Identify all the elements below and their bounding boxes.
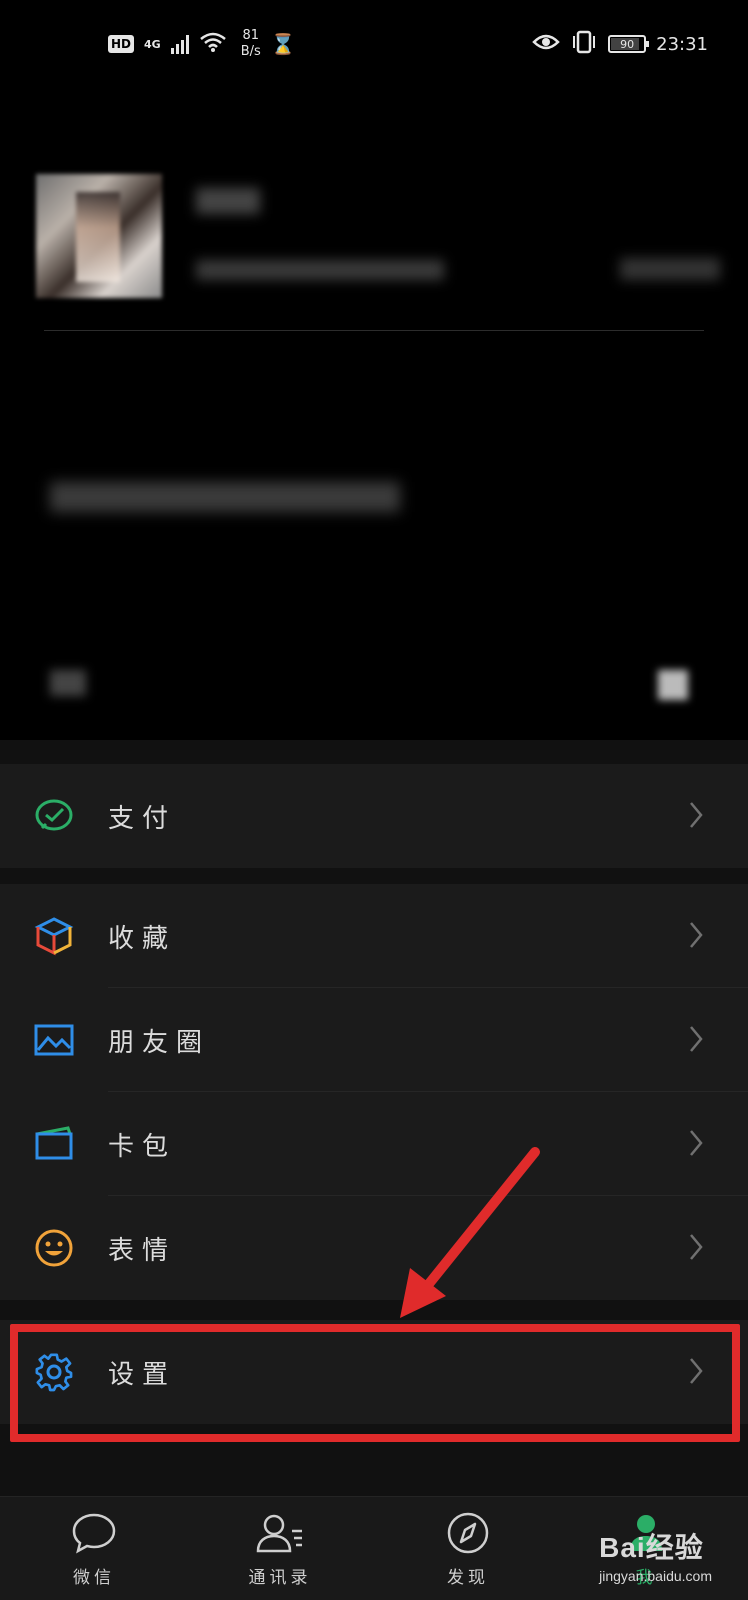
pay-group: 支付 [0, 764, 748, 868]
divider [44, 330, 704, 331]
chat-bubble-icon [72, 1513, 116, 1554]
tab-discover[interactable]: 发现 [418, 1511, 518, 1588]
menu-item-stickers[interactable]: 表情 [0, 1196, 748, 1300]
menu-label: 支付 [108, 804, 177, 834]
status-bar: HD 4G 81 B/s ⌛ 90 23:31 [0, 0, 748, 82]
chevron-right-icon [688, 1232, 704, 1262]
wifi-icon [199, 31, 227, 57]
menu-item-cards[interactable]: 卡包 [0, 1092, 748, 1196]
menu-label: 表情 [108, 1236, 177, 1266]
wechat-id-blurred [196, 260, 444, 280]
image-icon [34, 1020, 74, 1060]
compass-icon [447, 1512, 489, 1554]
qr-code-icon[interactable] [620, 258, 720, 280]
tab-label: 发现 [447, 1568, 489, 1588]
tab-contacts[interactable]: 通讯录 [230, 1511, 330, 1588]
clock: 23:31 [656, 33, 708, 55]
network-type: 4G [144, 37, 161, 51]
chevron-right-icon [688, 1128, 704, 1158]
cube-icon [34, 916, 74, 956]
menu-label: 收藏 [108, 924, 177, 954]
menu-label: 朋友圈 [108, 1028, 211, 1058]
tab-label: 通讯录 [248, 1568, 312, 1588]
menu-item-favorites[interactable]: 收藏 [0, 884, 748, 988]
hourglass-icon: ⌛ [270, 32, 296, 56]
chevron-right-icon [688, 920, 704, 950]
tab-label: 微信 [73, 1568, 115, 1588]
smiley-icon [34, 1228, 74, 1268]
nickname-blurred [196, 188, 260, 214]
menu-item-moments[interactable]: 朋友圈 [0, 988, 748, 1092]
vibrate-icon [570, 30, 598, 58]
profile-header[interactable] [0, 82, 748, 740]
contacts-icon [256, 1514, 302, 1553]
status-add-blurred[interactable] [50, 670, 86, 696]
tab-chats[interactable]: 微信 [44, 1511, 144, 1588]
watermark-url: jingyan.baidu.com [599, 1568, 712, 1584]
eye-icon [532, 32, 560, 56]
baidu-jingyan-watermark: Bai经验 jingyan.baidu.com [599, 1526, 712, 1584]
wallet-icon [34, 1124, 74, 1164]
battery-icon: 90 [608, 35, 650, 53]
menu-item-pay[interactable]: 支付 [0, 764, 748, 868]
pay-icon [34, 796, 74, 836]
watermark-brand: Bai经验 [599, 1532, 704, 1563]
status-text-blurred [50, 482, 400, 512]
avatar[interactable] [36, 174, 162, 298]
annotation-highlight-box [10, 1324, 740, 1442]
status-icon-blurred[interactable] [658, 670, 688, 700]
menu-label: 卡包 [108, 1132, 177, 1162]
hd-badge: HD [108, 35, 135, 53]
signal-icon [170, 34, 189, 54]
chevron-right-icon [688, 1024, 704, 1054]
network-speed: 81 B/s [240, 28, 261, 59]
chevron-right-icon [688, 800, 704, 830]
features-group: 收藏 朋友圈 卡包 表情 [0, 884, 748, 1300]
